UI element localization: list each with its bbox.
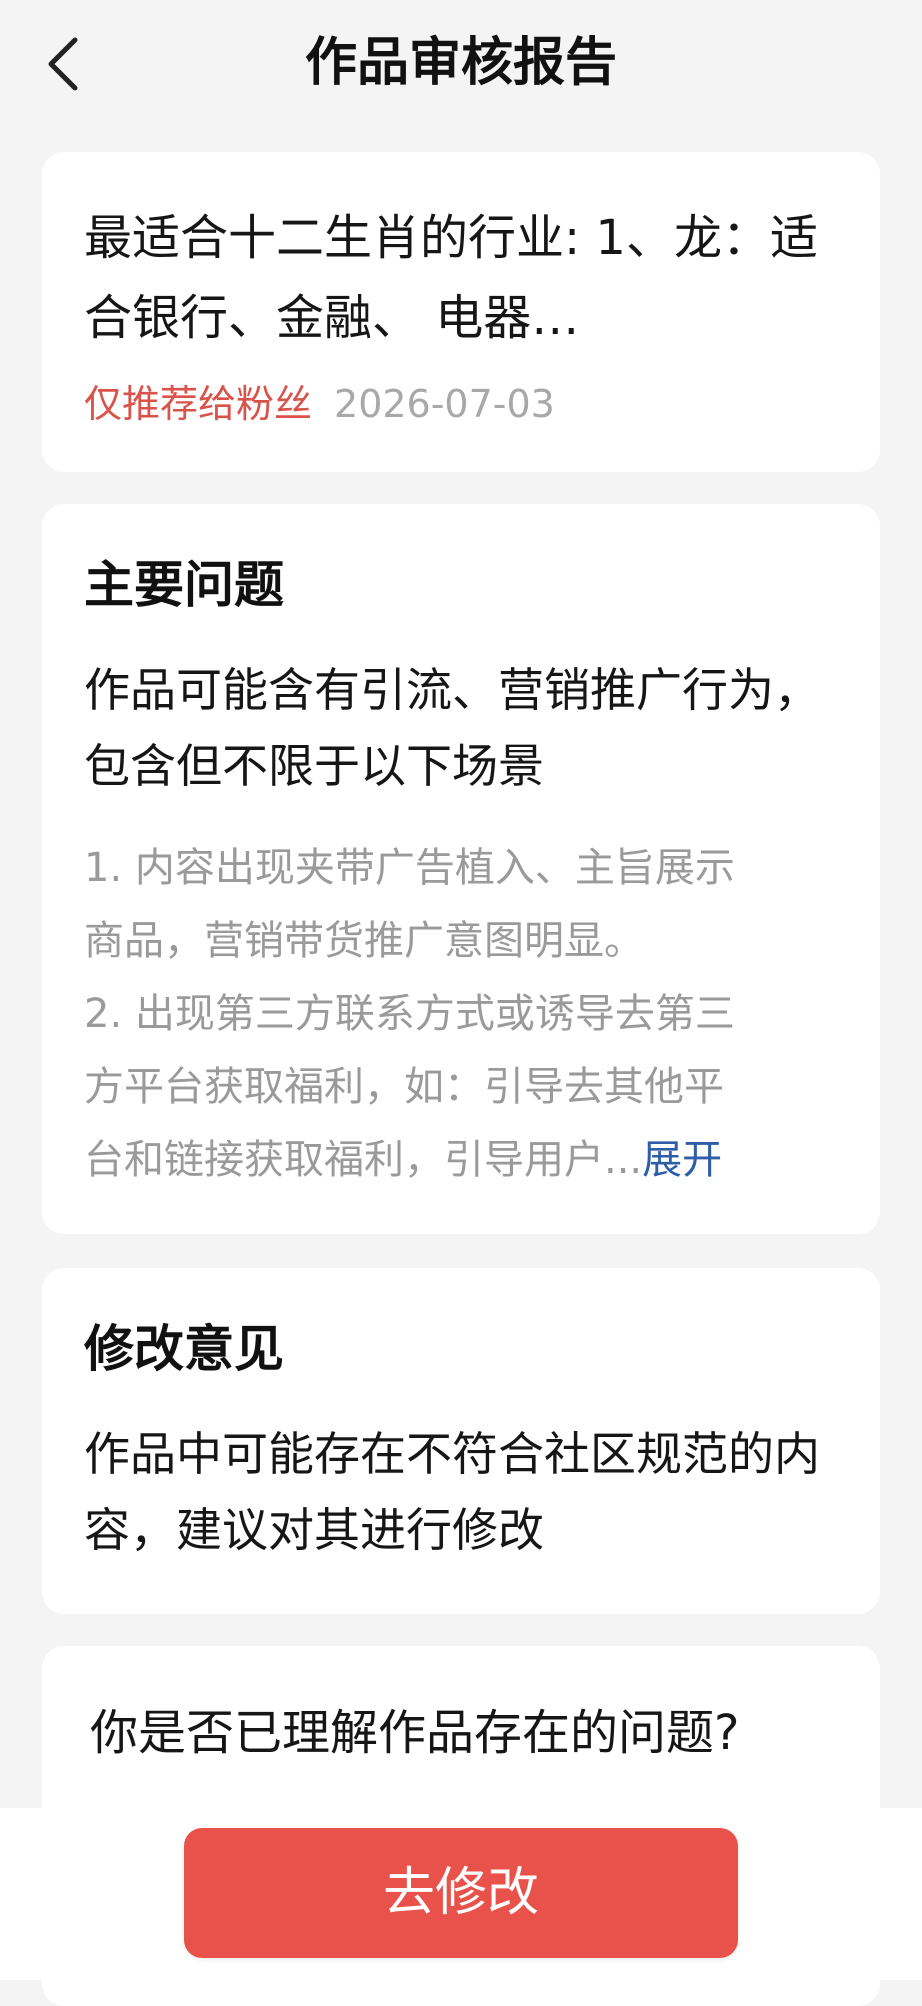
suggestion-body: 作品中可能存在不符合社区规范的内容，建议对其进行修改 [84,1427,820,1557]
expand-link[interactable]: 展开 [642,1137,722,1183]
suggestion-card: 修改意见 作品中可能存在不符合社区规范的内容，建议对其进行修改 [42,1268,880,1614]
issue-detail-line: 2. 出现第三方联系方式或诱导去第三 [84,991,735,1037]
publish-date: 2026-07-03 [334,382,555,426]
main-issue-heading: 主要问题 [84,556,284,614]
work-meta: 仅推荐给粉丝 2026-07-03 [84,376,555,432]
main-issue-card: 主要问题 作品可能含有引流、营销推广行为，包含但不限于以下场景 1. 内容出现夹… [42,504,880,1234]
issue-detail-line: 方平台获取福利，如：引导去其他平 [84,1064,724,1110]
suggestion-heading: 修改意见 [84,1320,284,1378]
question-text: 你是否已理解作品存在的问题? [90,1705,740,1761]
work-title: 最适合十二生肖的行业: 1、龙：适合银行、金融、 电器… [84,210,818,346]
header-bar: 作品审核报告 [0,0,922,128]
go-edit-button[interactable]: 去修改 [184,1828,738,1958]
bottom-action-bar: 去修改 [0,1808,922,1980]
issue-detail-line-last: 台和链接获取福利，引导用户...展开 [84,1124,844,1197]
visibility-tag: 仅推荐给粉丝 [84,382,313,426]
issue-detail-truncated: 台和链接获取福利，引导用户... [84,1137,643,1183]
issue-detail-line: 1. 内容出现夹带广告植入、主旨展示 [84,845,735,891]
page-title: 作品审核报告 [304,33,617,93]
main-issue-summary: 作品可能含有引流、营销推广行为，包含但不限于以下场景 [84,663,820,793]
work-card[interactable]: 最适合十二生肖的行业: 1、龙：适合银行、金融、 电器… 仅推荐给粉丝 2026-… [42,152,880,472]
issue-detail-line: 商品，营销带货推广意图明显。 [84,918,644,964]
issue-detail-list: 1. 内容出现夹带广告植入、主旨展示 商品，营销带货推广意图明显。 2. 出现第… [84,832,844,1197]
